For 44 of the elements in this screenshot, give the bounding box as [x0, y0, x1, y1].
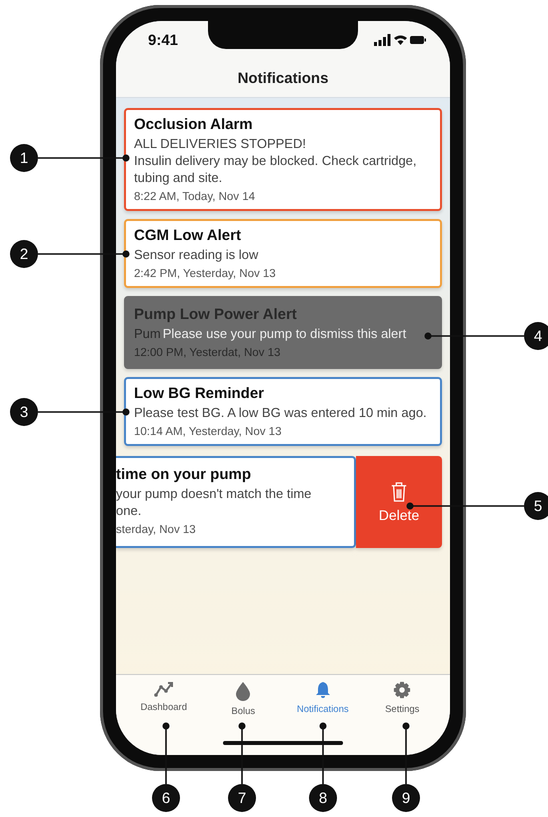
notification-time: 8:22 AM, Today, Nov 14 — [134, 191, 256, 203]
notification-title: Low BG Reminder — [134, 385, 266, 402]
dismiss-message: Please use your pump to dismiss this alert — [162, 326, 406, 341]
callout-number: 4 — [524, 322, 548, 350]
settings-icon — [393, 681, 412, 699]
notification-title: CGM Low Alert — [134, 227, 242, 244]
notification-card[interactable]: CGM Low Alert Sensor reading is low 2:42 PM, Yesterday, Nov 13 — [124, 219, 442, 288]
screen-title: Notifications — [238, 70, 328, 86]
callout-number: 1 — [10, 144, 38, 172]
callout-number: 6 — [152, 784, 180, 812]
notification-card[interactable]: Low BG Reminder Please test BG. A low BG was entered 10 min ago. 10:14 AM, Yesterday, Nov 13 — [124, 377, 442, 446]
bell-icon — [314, 681, 332, 699]
callout-number: 8 — [309, 784, 337, 812]
notification-text: Sensor reading is low — [134, 246, 260, 263]
notification-time: 10:14 AM, Yesterday, Nov 13 — [134, 426, 282, 438]
drop-icon — [235, 681, 252, 701]
notification-time: 2:42 PM, Yesterday, Nov 13 — [134, 268, 277, 280]
notification-time: sterday, Nov 13 — [116, 524, 197, 536]
tab[interactable]: Bolus — [204, 681, 283, 731]
notification-card[interactable]: Occlusion Alarm ALL DELIVERIES STOPPED! Insulin delivery may be blocked. Check cartridge, tubing and site. 8:22 AM, Today, Nov 14 — [124, 108, 442, 211]
notification-text: your pump doesn't match the time — [116, 485, 312, 502]
notification-text: Please test BG. A low BG was entered 10 min ago. — [134, 404, 428, 421]
callout-number: 2 — [10, 240, 38, 268]
trash-icon — [390, 481, 408, 503]
status-time: 9:41 — [148, 32, 178, 48]
callout-number: 7 — [228, 784, 256, 812]
status-icons — [374, 34, 426, 46]
callout-number: 5 — [524, 492, 548, 520]
notification-text: Insulin delivery may be blocked. Check cartridge, tubing and site. — [134, 152, 418, 186]
notification-time: 12:00 PM, Yesterdat, Nov 13 — [134, 347, 282, 359]
callout-number: 9 — [392, 784, 420, 812]
notification-card[interactable]: time on your pump your pump doesn't match the time one. sterday, Nov 13 — [116, 456, 356, 548]
notification-title: Pump Low Power Alert — [134, 306, 298, 323]
notification-title: time on your pump — [116, 466, 252, 483]
notification-text: Pum — [134, 325, 161, 342]
notification-text: ALL DELIVERIES STOPPED! — [134, 135, 307, 152]
tab[interactable]: Settings — [362, 681, 442, 731]
tab[interactable]: Notifications — [283, 681, 362, 731]
notification-title: Occlusion Alarm — [134, 116, 254, 133]
trend-line-icon — [154, 681, 174, 697]
notification-text: one. — [116, 502, 142, 519]
callout-number: 3 — [10, 398, 38, 426]
delete-button[interactable]: Delete — [356, 456, 442, 548]
tab[interactable]: Dashboard — [124, 681, 204, 731]
